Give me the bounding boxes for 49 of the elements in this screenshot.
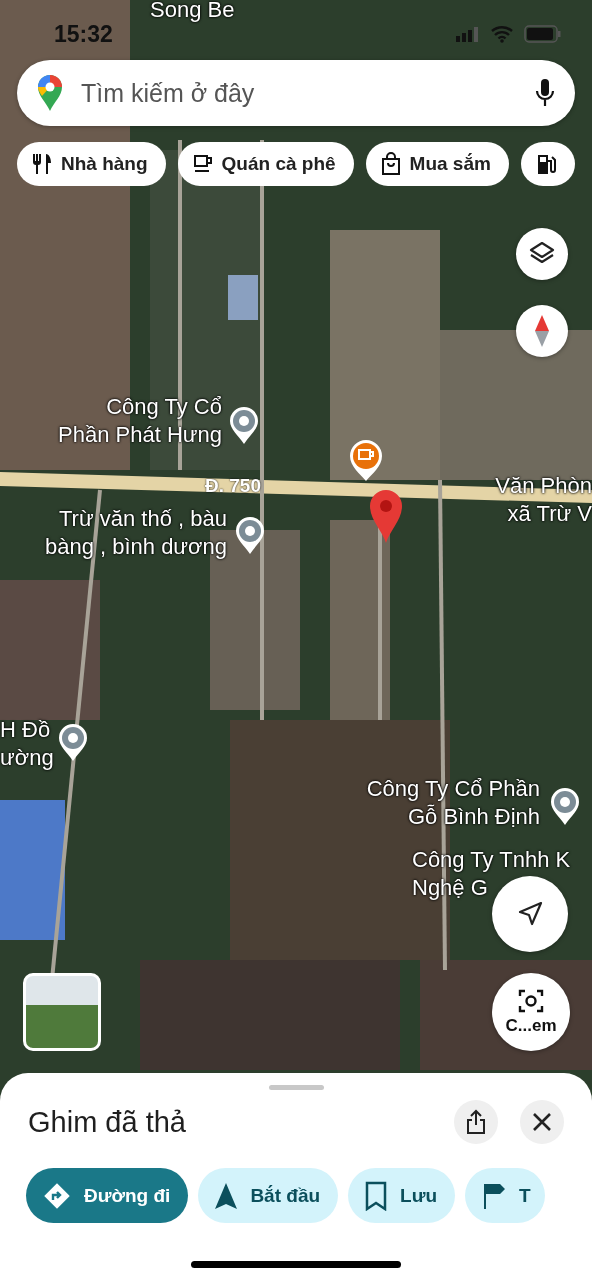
- place-label[interactable]: Trừ văn thố , bàu: [59, 505, 227, 533]
- place-label[interactable]: xã Trừ V: [507, 500, 592, 528]
- sheet-title: Ghim đã thả: [28, 1105, 187, 1139]
- category-chip[interactable]: Nhà hàng: [17, 142, 166, 186]
- place-label[interactable]: Công Ty Cổ: [106, 393, 222, 421]
- share-button[interactable]: [454, 1100, 498, 1144]
- action-button[interactable]: T: [465, 1168, 545, 1223]
- category-chip[interactable]: Mua sắm: [365, 142, 509, 186]
- place-label[interactable]: Gỗ Bình Định: [407, 803, 540, 831]
- place-label[interactable]: Phần Phát Hưng: [58, 421, 222, 449]
- location-pin-icon[interactable]: [228, 405, 260, 445]
- location-pin-icon[interactable]: [234, 515, 266, 555]
- street-view-photo-placeholder[interactable]: [23, 973, 101, 1051]
- search-bar[interactable]: Tìm kiếm ở đây: [17, 60, 575, 126]
- category-chip[interactable]: Quán cà phê: [177, 142, 354, 186]
- dropped-pin-icon[interactable]: [368, 488, 404, 544]
- place-label[interactable]: bàng , bình dương: [44, 533, 227, 561]
- navigation-arrow-icon: [214, 1181, 239, 1210]
- status-time: 15:32: [54, 20, 113, 48]
- battery-icon: [524, 25, 562, 43]
- share-icon: [465, 1109, 487, 1135]
- bookmark-icon: [364, 1180, 389, 1211]
- close-icon: [532, 1112, 552, 1132]
- map-pin-logo-icon: [37, 74, 63, 112]
- action-button[interactable]: Lưu: [348, 1168, 456, 1223]
- fork-knife-icon: [31, 152, 53, 176]
- microphone-icon[interactable]: [535, 78, 555, 108]
- place-label[interactable]: H Đồ: [0, 716, 51, 744]
- compass-icon: [533, 314, 551, 348]
- navigation-arrow-icon: [516, 900, 544, 928]
- location-pin-icon[interactable]: [57, 722, 89, 762]
- close-button[interactable]: [520, 1100, 564, 1144]
- wifi-icon: [490, 25, 514, 43]
- cup-icon: [191, 153, 214, 175]
- signal-icon: [456, 26, 480, 42]
- camera-icon: [517, 988, 545, 1014]
- search-field[interactable]: Tìm kiếm ở đây: [79, 77, 519, 109]
- action-button[interactable]: Đường đi: [26, 1168, 189, 1223]
- place-label[interactable]: ường: [0, 744, 54, 772]
- location-pin-icon[interactable]: [549, 786, 581, 826]
- action-button[interactable]: Bắt đầu: [198, 1168, 339, 1223]
- place-label[interactable]: Công Ty Tnhh K: [412, 846, 571, 874]
- cafe-marker-icon[interactable]: [348, 438, 384, 482]
- place-label[interactable]: Công Ty Cổ Phần: [366, 775, 540, 803]
- place-label[interactable]: Song Be: [150, 0, 235, 24]
- flag-icon: [481, 1181, 508, 1210]
- shopping-bag-icon: [379, 152, 402, 176]
- place-label[interactable]: Nghệ G: [412, 874, 488, 902]
- drag-handle[interactable]: [268, 1085, 324, 1090]
